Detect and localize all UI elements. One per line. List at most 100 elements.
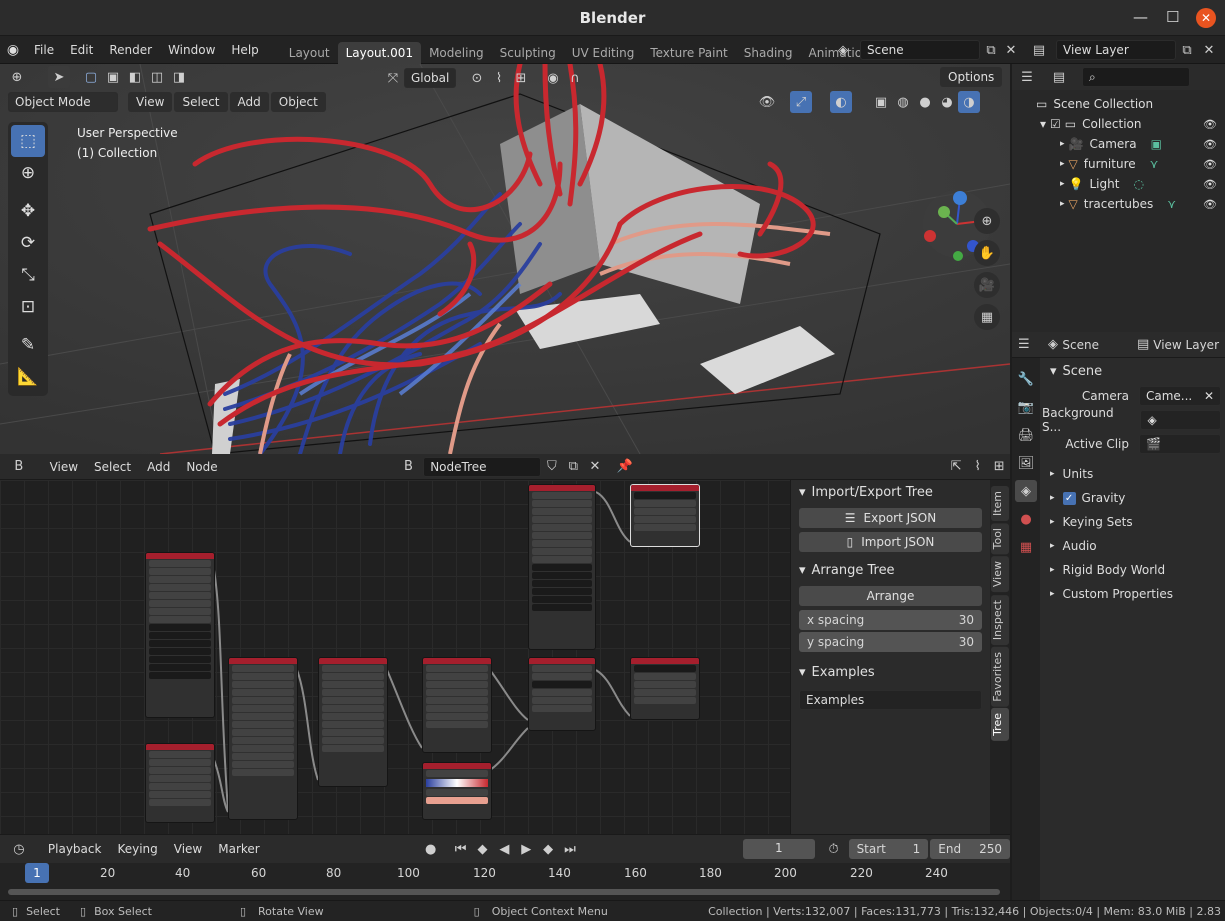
outliner-light[interactable]: ▸ 💡 Light ◌ 👁 (1012, 174, 1225, 194)
select-mode-extend-icon[interactable]: ▣ (102, 66, 124, 88)
tool-tab-icon[interactable]: 🔧 (1015, 368, 1037, 390)
import-json-button[interactable]: ▯ Import JSON (799, 532, 982, 552)
timeline-editor-icon[interactable]: ◷ (8, 838, 30, 860)
tab-sculpting[interactable]: Sculpting (492, 42, 564, 64)
view-layer-selector[interactable]: View Layer (1056, 40, 1176, 60)
wireframe-shading-icon[interactable]: ◍ (892, 91, 914, 113)
scale-tool-icon[interactable]: ⤡ (11, 259, 45, 291)
camera-data-icon[interactable]: ▣ (1151, 137, 1162, 151)
display-mode-icon[interactable]: ▤ (1048, 66, 1070, 88)
camera-field[interactable]: Came... ✕ (1139, 386, 1221, 406)
overlay-icon[interactable]: ◐ (830, 91, 852, 113)
fake-user-shield-icon[interactable]: ⛉ (541, 456, 563, 478)
outliner-camera[interactable]: ▸ 🎥 Camera ▣ 👁 (1012, 134, 1225, 154)
object-mode-dropdown[interactable]: Object Mode (8, 92, 118, 112)
outliner-tracertubes[interactable]: ▸ ▽ tracertubes ⋎ 👁 (1012, 194, 1225, 214)
light-data-icon[interactable]: ◌ (1133, 177, 1143, 191)
prev-keyframe-icon[interactable]: ◆ (472, 838, 494, 860)
play-icon[interactable]: ▶ (515, 838, 537, 860)
rigid-body-world-panel[interactable]: ▸ Rigid Body World (1042, 558, 1225, 582)
select-mode-subtract-icon[interactable]: ◧ (124, 66, 146, 88)
gravity-checkbox[interactable]: ✓ (1062, 491, 1076, 505)
tab-layout-001[interactable]: Layout.001 (337, 41, 422, 64)
menu-render[interactable]: Render (101, 36, 160, 64)
playhead[interactable]: 1 (25, 863, 49, 883)
viewport-menu-object[interactable]: Object (270, 92, 326, 112)
snap-icon[interactable]: ⌇ (488, 67, 510, 89)
node-stream-tracer[interactable] (228, 657, 298, 820)
node-tube-filter[interactable] (318, 657, 388, 787)
outliner-scene-collection[interactable]: ▭ Scene Collection (1012, 94, 1225, 114)
arrange-tree-panel-header[interactable]: ▾ Arrange Tree (791, 558, 990, 582)
transform-pivot-icon[interactable]: ⊕ (6, 66, 28, 88)
outliner-search-input[interactable]: ⌕ (1082, 67, 1190, 87)
node-menu-add[interactable]: Add (139, 453, 178, 481)
next-keyframe-icon[interactable]: ◆ (537, 838, 559, 860)
editor-type-icon[interactable]: B (8, 456, 30, 478)
expand-arrow-icon[interactable]: ▾ (1040, 117, 1046, 131)
tab-favorites[interactable]: Favorites (991, 646, 1009, 707)
clear-icon[interactable]: ✕ (1204, 387, 1214, 405)
duplicate-tree-icon[interactable]: ⧉ (563, 456, 585, 478)
scene-panel-header[interactable]: ▾ Scene (1042, 358, 1225, 384)
node-poly-data-reader[interactable] (528, 484, 596, 650)
ortho-grid-icon[interactable]: ▦ (974, 304, 1000, 330)
transform-tool-icon[interactable]: ⊡ (11, 291, 45, 323)
tab-view[interactable]: View (991, 556, 1009, 593)
select-mode-invert-icon[interactable]: ◫ (146, 66, 168, 88)
node-vtk-to-blender-tubes[interactable] (630, 657, 700, 720)
proportional-edit-icon[interactable]: ◉ (542, 67, 564, 89)
menu-file[interactable]: File (26, 36, 62, 64)
select-box-tool-icon[interactable]: ⬚ (11, 125, 45, 157)
y-spacing-field[interactable]: y spacing 30 (799, 632, 982, 652)
tab-shading[interactable]: Shading (736, 42, 801, 64)
node-menu-view[interactable]: View (42, 453, 86, 481)
new-view-layer-icon[interactable]: ⧉ (1176, 39, 1198, 61)
move-tool-icon[interactable]: ✥ (11, 195, 45, 227)
select-mode-new-icon[interactable]: ▢ (80, 66, 102, 88)
eye-icon[interactable]: 👁 (1203, 198, 1217, 211)
menu-window[interactable]: Window (160, 36, 223, 64)
view-layer-icon[interactable]: ▤ (1028, 39, 1050, 61)
menu-edit[interactable]: Edit (62, 36, 101, 64)
checkbox-icon[interactable]: ☑ (1050, 117, 1061, 131)
expand-arrow-icon[interactable]: ▸ (1060, 199, 1065, 209)
tree-type-icon[interactable]: B (398, 456, 420, 478)
options-dropdown[interactable]: Options (940, 67, 1002, 87)
cursor-tool-icon[interactable]: ⊕ (11, 157, 45, 189)
expand-arrow-icon[interactable]: ▸ (1060, 139, 1065, 149)
tab-uv-editing[interactable]: UV Editing (564, 42, 643, 64)
tab-tree[interactable]: Tree (991, 708, 1009, 742)
eye-icon[interactable]: 👁 (1203, 178, 1217, 191)
scene-selector[interactable]: Scene (860, 40, 980, 60)
texture-tab-icon[interactable]: ▦ (1015, 536, 1037, 558)
end-frame-field[interactable]: End 250 (930, 839, 1010, 859)
pin-icon[interactable]: 📌 (614, 456, 636, 478)
gizmo-icon[interactable]: ⤢ (790, 91, 812, 113)
scene-icon[interactable]: ◈ (832, 39, 854, 61)
viewport-menu-add[interactable]: Add (229, 92, 269, 112)
import-export-panel-header[interactable]: ▾ Import/Export Tree (791, 480, 990, 504)
viewport-menu-view[interactable]: View (128, 92, 173, 112)
expand-arrow-icon[interactable]: ▸ (1060, 159, 1065, 169)
node-canvas[interactable] (0, 480, 790, 834)
units-panel[interactable]: ▸ Units (1042, 462, 1225, 486)
delete-view-layer-icon[interactable]: ✕ (1198, 39, 1220, 61)
examples-dropdown[interactable]: Examples (799, 690, 982, 710)
new-scene-icon[interactable]: ⧉ (980, 39, 1002, 61)
timeline-menu-playback[interactable]: Playback (40, 835, 110, 863)
pivot-point-icon[interactable]: ⊙ (466, 67, 488, 89)
node-unstructured-grid-reader[interactable] (145, 552, 215, 718)
properties-editor-icon[interactable]: ☰ (1018, 334, 1030, 356)
timeline-menu-marker[interactable]: Marker (210, 835, 267, 863)
stopwatch-icon[interactable]: ⏱ (823, 838, 845, 860)
outliner-editor-icon[interactable]: ☰ (1016, 66, 1038, 88)
background-scene-field[interactable]: ◈ (1140, 410, 1221, 430)
timeline-track[interactable]: 1 20 40 60 80 100 120 140 160 180 200 22… (0, 863, 1010, 901)
node-color-ramp[interactable] (422, 762, 492, 820)
viewport-menu-select[interactable]: Select (174, 92, 228, 112)
mesh-data-icon[interactable]: ⋎ (1150, 157, 1159, 171)
zoom-icon[interactable]: ⊕ (974, 208, 1000, 234)
camera-view-icon[interactable]: 🎥 (974, 272, 1000, 298)
x-spacing-field[interactable]: x spacing 30 (799, 610, 982, 630)
